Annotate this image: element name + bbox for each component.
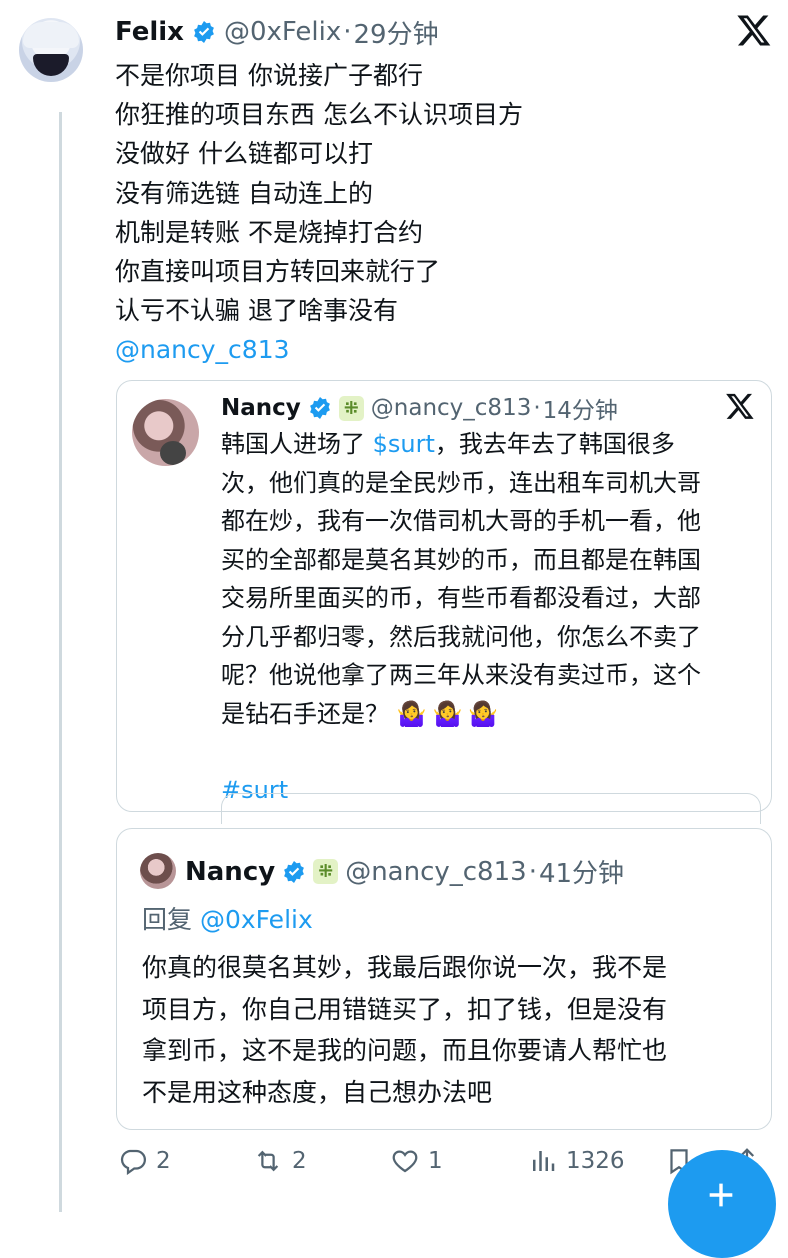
quote-line: 次，他们真的是全民炒币，连出租车司机大哥: [221, 468, 701, 497]
timestamp[interactable]: 29分钟: [354, 14, 439, 51]
tweet-line: 没做好 什么链都可以打: [115, 139, 373, 169]
verified-badge-icon: [194, 21, 214, 43]
reply-author-handle[interactable]: @nancy_c813: [345, 857, 527, 887]
quote-line: 是钻石手还是？ 🤷‍♀️🤷‍♀️🤷‍♀️: [221, 695, 701, 734]
author-handle[interactable]: @0xFelix: [224, 17, 341, 47]
avatar-hair: [23, 22, 79, 48]
reply-to-line: 回复 @0xFelix: [142, 901, 313, 940]
quote-timestamp[interactable]: 14分钟: [543, 391, 618, 425]
tweet-body: 不是你项目 你说接广子都行 你狂推的项目东西 怎么不认识项目方 没做好 什么链都…: [115, 56, 735, 370]
felix-avatar[interactable]: [19, 18, 83, 82]
like-count: 1: [428, 1148, 443, 1174]
quote-line-text: ，我去年去了韩国很多: [434, 430, 675, 458]
separator-dot: ·: [343, 17, 352, 47]
retweet-count: 2: [292, 1148, 307, 1174]
quote-line: 买的全部都是莫名其妙的币，而且都是在韩国: [221, 545, 701, 574]
tweet-line: 机制是转账 不是烧掉打合约: [115, 217, 423, 247]
quote-line-text: 是钻石手还是？: [221, 699, 389, 728]
tweet-header: Felix @0xFelix · 29分钟: [115, 14, 439, 50]
reply-line: 项目方，你自己用错链买了，扣了钱，但是没有: [142, 994, 668, 1024]
reply-line: 拿到币，这不是我的问题，而且你要请人帮忙也: [142, 1036, 668, 1065]
views-chart-icon: [533, 1151, 555, 1171]
reply-line: 不是用这种态度，自己想办法吧: [142, 1077, 493, 1107]
avatar-mask: [33, 54, 69, 76]
reply-author-name[interactable]: Nancy: [185, 857, 275, 887]
quote-line-text: 韩国人进场了: [221, 430, 373, 458]
author-name[interactable]: Felix: [115, 17, 184, 47]
tweet-line: 不是你项目 你说接广子都行: [115, 61, 423, 90]
quote-line: 都在炒，我有一次借司机大哥的手机一看，他: [221, 507, 701, 535]
reply-icon: [120, 1149, 146, 1176]
quote-header: Nancy ⁜ @nancy_c813 · 14分钟: [221, 391, 618, 425]
retweet-icon: [257, 1150, 279, 1172]
reply-label: 回复: [142, 905, 193, 934]
nancy-avatar-small[interactable]: [140, 853, 176, 889]
reply-count: 2: [156, 1148, 171, 1174]
separator-dot: ·: [533, 395, 541, 421]
tweet-line: 你狂推的项目东西 怎么不认识项目方: [115, 100, 523, 130]
quote-author-handle[interactable]: @nancy_c813: [371, 395, 532, 421]
views-count: 1326: [566, 1148, 625, 1174]
quote-line: 交易所里面买的币，有些币看都没看过，大部: [221, 584, 701, 612]
tweet-line: 认亏不认骗 退了啥事没有: [115, 296, 398, 326]
verified-badge-icon: [284, 860, 305, 883]
x-logo-icon: [725, 391, 755, 425]
heart-icon: [392, 1150, 418, 1173]
avatar-cat: [160, 441, 186, 465]
like-button[interactable]: 1: [390, 1146, 443, 1176]
quote-line: 分几乎都归零，然后我就问他，你怎么不卖了: [221, 622, 701, 651]
compose-fab-button[interactable]: [668, 1150, 776, 1258]
quote-body: 韩国人进场了 $surt，我去年去了韩国很多 次，他们真的是全民炒币，连出租车司…: [221, 425, 701, 810]
thread-line: [59, 112, 62, 1212]
tweet-line: 你直接叫项目方转回来就行了: [115, 257, 441, 287]
tweet-line: 没有筛选链 自动连上的: [115, 178, 373, 208]
cashtag-link[interactable]: $surt: [373, 430, 435, 458]
nancy-avatar[interactable]: [132, 399, 199, 466]
quote-line: 韩国人进场了 $surt，我去年去了韩国很多: [221, 425, 701, 464]
reply-line: 你真的很莫名其妙，我最后跟你说一次，我不是: [142, 953, 668, 982]
quoted-tweet-card[interactable]: Nancy ⁜ @nancy_c813 · 14分钟 韩国人进场了 $surt，…: [116, 380, 772, 824]
compose-plus-icon: [709, 1183, 733, 1207]
reply-body: 你真的很莫名其妙，我最后跟你说一次，我不是 项目方，你自己用错链买了，扣了钱，但…: [142, 947, 667, 1113]
reply-timestamp[interactable]: 41分钟: [539, 853, 624, 890]
affiliate-badge-icon: ⁜: [338, 395, 364, 421]
quote-author-name[interactable]: Nancy: [221, 395, 301, 421]
reply-to-handle[interactable]: @0xFelix: [200, 905, 313, 934]
verified-badge-icon: [309, 397, 330, 419]
x-logo-icon: [736, 12, 772, 48]
nested-card-preview[interactable]: [221, 793, 761, 824]
views-button[interactable]: 1326: [528, 1146, 625, 1176]
reply-button[interactable]: 2: [118, 1146, 171, 1176]
separator-dot: ·: [528, 856, 537, 887]
shrug-emoji: 🤷‍♀️🤷‍♀️🤷‍♀️: [396, 699, 505, 728]
quote-line: 呢？他说他拿了两三年从来没有卖过币，这个: [221, 661, 701, 689]
affiliate-badge-icon: ⁜: [313, 859, 339, 884]
retweet-button[interactable]: 2: [252, 1146, 307, 1176]
reply-card[interactable]: Nancy ⁜ @nancy_c813 · 41分钟 回复 @0xFelix 你…: [116, 828, 772, 1130]
mention-link[interactable]: @nancy_c813: [115, 330, 735, 369]
reply-header: Nancy ⁜ @nancy_c813 · 41分钟: [185, 853, 624, 890]
